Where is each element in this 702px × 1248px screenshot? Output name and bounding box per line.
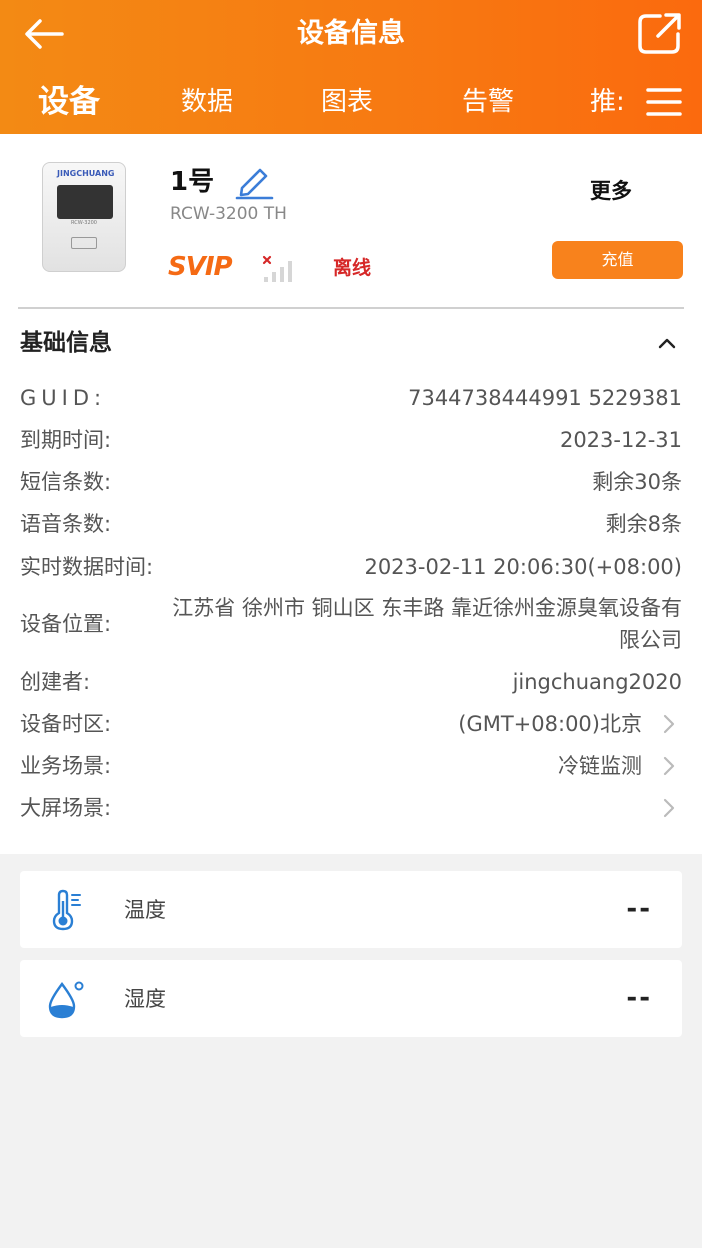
water-drop-icon <box>48 981 84 1019</box>
share-button[interactable] <box>636 10 684 56</box>
info-label-scenario[interactable]: 业务场景: <box>20 751 111 781</box>
info-value-scenario[interactable]: 冷链监测 <box>558 751 642 781</box>
info-value-expiry: 2023-12-31 <box>559 428 682 452</box>
info-value-sms: 剩余30条 <box>592 470 682 494</box>
device-image: JINGCHUANG RCW-3200 <box>42 162 126 272</box>
tab-device[interactable]: 设备 <box>38 80 100 124</box>
chevron-right-icon[interactable] <box>658 753 680 779</box>
info-label-location: 设备位置: <box>20 612 112 636</box>
pencil-icon <box>235 168 274 200</box>
info-value-realtime: 2023-02-11 20:06:30(+08:00) <box>364 555 682 579</box>
page-title: 设备信息 <box>297 18 405 49</box>
device-name: 1号 <box>170 167 215 197</box>
info-value-voice: 剩余8条 <box>605 512 682 536</box>
device-image-screen <box>57 185 113 219</box>
tab-alarm[interactable]: 告警 <box>462 80 514 124</box>
device-image-keypad <box>71 237 97 249</box>
recharge-button[interactable]: 充值 <box>552 241 683 279</box>
info-label-bigscreen[interactable]: 大屏场景: <box>20 793 111 823</box>
tab-data[interactable]: 数据 <box>181 80 233 124</box>
chevron-up-icon <box>658 338 676 349</box>
hamburger-menu-icon <box>646 88 682 116</box>
info-label-sms: 短信条数: <box>20 470 112 494</box>
app-header: 设备信息 设备 数据 图表 告警 推: <box>0 0 702 134</box>
menu-button[interactable] <box>644 84 684 120</box>
sensor-value-temperature: -- <box>626 894 652 924</box>
tab-push[interactable]: 推: <box>590 80 625 124</box>
tab-chart[interactable]: 图表 <box>321 80 373 124</box>
info-value-location: 江苏省 徐州市 铜山区 东丰路 靠近徐州金源臭氧设备有限公司 <box>172 596 682 652</box>
info-value-guid: 7344738444991 5229381 <box>408 386 682 410</box>
status-offline: 离线 <box>333 257 372 279</box>
info-label-creator: 创建者: <box>20 670 91 694</box>
edit-name-button[interactable] <box>234 164 274 200</box>
thermometer-icon <box>52 889 81 931</box>
sensor-card-humidity[interactable]: 湿度 -- <box>20 960 682 1037</box>
share-icon <box>638 13 681 54</box>
device-model: RCW-3200 TH <box>170 204 287 224</box>
device-image-brand: JINGCHUANG <box>57 169 115 178</box>
sensor-card-temperature[interactable]: 温度 -- <box>20 871 682 948</box>
collapse-button[interactable] <box>652 330 682 356</box>
more-button[interactable]: 更多 <box>590 176 632 206</box>
info-label-voice: 语音条数: <box>20 512 112 536</box>
device-card: JINGCHUANG RCW-3200 1号 RCW-3200 TH SVIP … <box>0 134 702 854</box>
sensor-label-humidity: 湿度 <box>124 987 166 1011</box>
signal-offline-icon <box>262 254 300 284</box>
sensor-label-temperature: 温度 <box>124 898 166 922</box>
section-title-basic-info: 基础信息 <box>20 330 112 356</box>
chevron-right-icon[interactable] <box>658 711 680 737</box>
device-image-model: RCW-3200 <box>71 220 97 226</box>
divider <box>18 307 684 309</box>
chevron-right-icon[interactable] <box>658 795 680 821</box>
info-value-timezone[interactable]: (GMT+08:00)北京 <box>458 709 642 739</box>
info-label-realtime: 实时数据时间: <box>20 555 154 579</box>
info-value-creator: jingchuang2020 <box>512 670 682 694</box>
svip-badge: SVIP <box>168 252 233 282</box>
info-label-guid: GUID: <box>20 386 107 410</box>
info-label-expiry: 到期时间: <box>20 428 112 452</box>
sensor-value-humidity: -- <box>626 983 652 1013</box>
info-label-timezone[interactable]: 设备时区: <box>20 709 111 739</box>
